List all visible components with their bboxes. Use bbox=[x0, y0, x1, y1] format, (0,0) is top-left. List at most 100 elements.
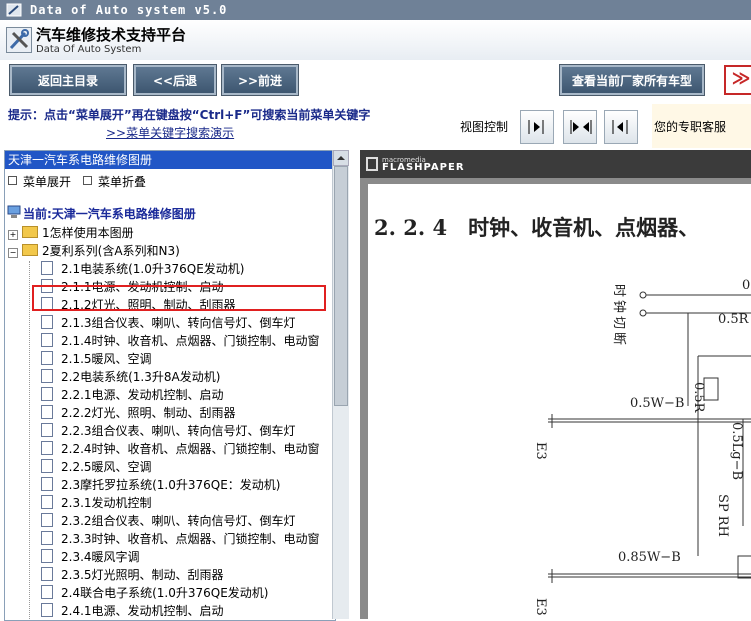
document-viewer: macromedia FLASHPAPER 2. 2. 4 时钟、收音机、点烟器… bbox=[360, 150, 751, 619]
tree-folder-item[interactable]: − 2夏利系列(含A系列和N3) bbox=[8, 242, 180, 260]
document-icon bbox=[41, 459, 53, 473]
tree-doc-item[interactable]: 2.1电装系统(1.0升376QE发动机) bbox=[41, 260, 244, 278]
document-icon bbox=[41, 513, 53, 527]
document-icon bbox=[41, 351, 53, 365]
tree-item-label: 2.4.1电源、发动机控制、启动 bbox=[61, 604, 224, 618]
collapse-toggle-icon[interactable]: − bbox=[8, 248, 18, 258]
folder-icon bbox=[22, 244, 38, 256]
menu-expand-label: 菜单展开 bbox=[23, 175, 72, 189]
wire-label-05wb: 0.5W−B bbox=[630, 396, 685, 411]
document-page: 2. 2. 4 时钟、收音机、点烟器、 时钟切断 0 0.5R 0.5R 0.5… bbox=[368, 184, 751, 619]
menu-expand-button[interactable]: 菜单展开 bbox=[8, 173, 71, 190]
tree-doc-item[interactable]: 2.4联合电子系统(1.0升376QE发动机) bbox=[41, 584, 268, 602]
tree-item-label: 2.1电装系统(1.0升376QE发动机) bbox=[61, 262, 245, 276]
more-button[interactable]: ≫ bbox=[724, 65, 751, 95]
search-hint-text: 提示：点击“菜单展开”再在键盘按“Ctrl+F”可搜索当前菜单关键字 bbox=[8, 108, 371, 122]
tree-item-label: 2.3.5灯光照明、制动、刮雨器 bbox=[61, 568, 224, 582]
tree-doc-item[interactable]: 2.1.3组合仪表、喇叭、转向信号灯、倒车灯 bbox=[41, 314, 296, 332]
document-icon bbox=[41, 495, 53, 509]
home-button[interactable]: 返回主目录 bbox=[9, 64, 127, 96]
ground-label-e3-bottom: E3 bbox=[533, 598, 548, 616]
app-header: 汽车维修技术支持平台 Data Of Auto System bbox=[0, 20, 751, 61]
split-arrows-icon bbox=[570, 120, 592, 134]
flashpaper-brand: macromedia FLASHPAPER bbox=[382, 156, 465, 173]
document-icon bbox=[41, 567, 53, 581]
tree-item-label: 2.2电装系统(1.3升8A发动机) bbox=[61, 370, 221, 384]
document-icon bbox=[41, 441, 53, 455]
menu-collapse-label: 菜单折叠 bbox=[98, 175, 147, 189]
tree-item-label: 1怎样使用本图册 bbox=[42, 226, 134, 240]
wire-label-085wb: 0.85W−B bbox=[618, 550, 681, 565]
scroll-up-button[interactable] bbox=[333, 150, 349, 166]
tree-connector-line bbox=[29, 261, 30, 620]
window-title-bar: Data of Auto system v5.0 bbox=[0, 0, 751, 20]
tree-doc-item[interactable]: 2.3.5灯光照明、制动、刮雨器 bbox=[41, 566, 224, 584]
tree-doc-item[interactable]: 2.4.1电源、发动机控制、启动 bbox=[41, 602, 224, 620]
tree-doc-item[interactable]: 2.1.5暖风、空调 bbox=[41, 350, 152, 368]
main-toolbar: 返回主目录 <<后退 >>前进 查看当前厂家所有车型 ≫ bbox=[0, 60, 751, 104]
wire-label-05lgb: 0.5Lg−B bbox=[729, 422, 744, 481]
customer-service-label[interactable]: 您的专职客服 bbox=[654, 118, 726, 135]
flashpaper-logo-icon bbox=[366, 157, 378, 171]
flashpaper-toolbar: macromedia FLASHPAPER bbox=[360, 150, 751, 178]
tree-doc-item[interactable]: 2.2.3组合仪表、喇叭、转向信号灯、倒车灯 bbox=[41, 422, 296, 440]
tree-doc-item[interactable]: 2.3.3时钟、收音机、点烟器、门锁控制、电动窗 bbox=[41, 530, 320, 548]
tree-scrollbar[interactable] bbox=[332, 150, 349, 619]
tree-doc-item[interactable]: 2.2.2灯光、照明、制动、刮雨器 bbox=[41, 404, 236, 422]
expand-box-icon bbox=[8, 176, 17, 185]
document-icon bbox=[41, 369, 53, 383]
section-title: 2. 2. 4 时钟、收音机、点烟器、 bbox=[374, 215, 700, 240]
tree-item-label: 2.1.5暖风、空调 bbox=[61, 352, 152, 366]
tree-item-label: 2.3摩托罗拉系统(1.0升376QE：发动机) bbox=[61, 478, 281, 492]
tree-item-label: 2.2.5暖风、空调 bbox=[61, 460, 152, 474]
document-icon bbox=[41, 387, 53, 401]
view-expand-right-button[interactable] bbox=[520, 110, 554, 144]
tree-doc-item[interactable]: 2.2.1电源、发动机控制、启动 bbox=[41, 386, 224, 404]
brand-bottom: FLASHPAPER bbox=[382, 162, 465, 173]
menu-collapse-button[interactable]: 菜单折叠 bbox=[83, 173, 146, 190]
tree-doc-item[interactable]: 2.3.2组合仪表、喇叭、转向信号灯、倒车灯 bbox=[41, 512, 296, 530]
tree-doc-item[interactable]: 2.1.4时钟、收音机、点烟器、门锁控制、电动窗 bbox=[41, 332, 320, 350]
tree-doc-item[interactable]: 2.2.4时钟、收音机、点烟器、门锁控制、电动窗 bbox=[41, 440, 320, 458]
tree-doc-item[interactable]: 2.3.4暖风字调 bbox=[41, 548, 140, 566]
document-icon bbox=[41, 315, 53, 329]
tree-item-label: 2.2.1电源、发动机控制、启动 bbox=[61, 388, 224, 402]
document-icon bbox=[41, 585, 53, 599]
switch-label: 时钟切断 bbox=[611, 284, 626, 349]
view-expand-left-button[interactable] bbox=[604, 110, 638, 144]
wire-label-sprh: SP RH bbox=[715, 494, 730, 537]
document-icon bbox=[41, 405, 53, 419]
scroll-thumb[interactable] bbox=[334, 166, 348, 406]
back-button[interactable]: <<后退 bbox=[133, 64, 217, 96]
document-icon bbox=[41, 603, 53, 617]
tree-item-label: 2.3.2组合仪表、喇叭、转向信号灯、倒车灯 bbox=[61, 514, 296, 528]
tree-doc-item[interactable]: 2.2.5暖风、空调 bbox=[41, 458, 152, 476]
tools-logo-icon bbox=[6, 27, 32, 53]
tree-doc-item[interactable]: 2.2电装系统(1.3升8A发动机) bbox=[41, 368, 220, 386]
tree-folder-item[interactable]: +1怎样使用本图册 bbox=[8, 224, 134, 242]
app-title: 汽车维修技术支持平台 bbox=[36, 26, 187, 44]
forward-button[interactable]: >>前进 bbox=[221, 64, 299, 96]
tree-doc-item[interactable]: 2.3摩托罗拉系统(1.0升376QE：发动机) bbox=[41, 476, 280, 494]
hint-bar: 提示：点击“菜单展开”再在键盘按“Ctrl+F”可搜索当前菜单关键字 >>菜单关… bbox=[0, 104, 751, 148]
arrow-left-icon bbox=[612, 120, 628, 134]
search-demo-link[interactable]: >>菜单关键字搜索演示 bbox=[106, 124, 234, 141]
ground-label-e3-top: E3 bbox=[533, 442, 548, 460]
document-icon bbox=[41, 423, 53, 437]
document-icon bbox=[41, 261, 53, 275]
view-all-models-button[interactable]: 查看当前厂家所有车型 bbox=[559, 64, 705, 96]
tree-item-label: 2.2.3组合仪表、喇叭、转向信号灯、倒车灯 bbox=[61, 424, 296, 438]
tree-item-label: 2.1.4时钟、收音机、点烟器、门锁控制、电动窗 bbox=[61, 334, 320, 348]
tree-doc-item[interactable]: 2.3.1发动机控制 bbox=[41, 494, 152, 512]
window-title: Data of Auto system v5.0 bbox=[30, 3, 228, 17]
tree-item-label: 2.2.2灯光、照明、制动、刮雨器 bbox=[61, 406, 236, 420]
tree-item-label: 2.3.1发动机控制 bbox=[61, 496, 152, 510]
expand-toggle-icon[interactable]: + bbox=[8, 230, 18, 240]
tree-item-label: 2.3.3时钟、收音机、点烟器、门锁控制、电动窗 bbox=[61, 532, 320, 546]
view-split-button[interactable] bbox=[563, 110, 597, 144]
app-icon bbox=[6, 3, 22, 17]
document-icon bbox=[41, 549, 53, 563]
app-subtitle: Data Of Auto System bbox=[36, 44, 142, 55]
wire-label-05r-vertical: 0.5R bbox=[691, 382, 706, 413]
tree-item-label: 2.1.3组合仪表、喇叭、转向信号灯、倒车灯 bbox=[61, 316, 296, 330]
